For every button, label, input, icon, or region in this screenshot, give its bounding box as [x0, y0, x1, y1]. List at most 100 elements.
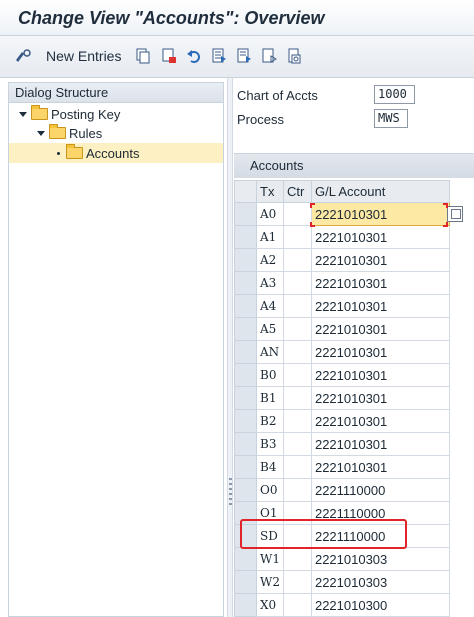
tx-cell: O0 — [256, 478, 284, 502]
row-selector[interactable] — [234, 363, 257, 387]
row-selector[interactable] — [234, 202, 257, 226]
row-selector[interactable] — [234, 409, 257, 433]
row-selector[interactable] — [234, 386, 257, 410]
tree-item-accounts[interactable]: Accounts — [9, 143, 223, 163]
row-selector[interactable] — [234, 570, 257, 594]
gl-account-cell[interactable]: 2221010301 — [310, 271, 450, 295]
gl-account-cell[interactable]: 2221010303 — [310, 547, 450, 571]
gl-account-cell[interactable]: 2221110000 — [310, 501, 450, 525]
ctr-cell[interactable] — [282, 271, 312, 295]
gl-account-cell[interactable]: 2221110000 — [310, 524, 450, 548]
tx-cell: A3 — [256, 271, 284, 295]
row-selector[interactable] — [234, 593, 257, 617]
table-row[interactable]: A3 2221010301 — [234, 271, 450, 295]
ctr-cell[interactable] — [282, 524, 312, 548]
ctr-cell[interactable] — [282, 432, 312, 456]
ctr-cell[interactable] — [282, 593, 312, 617]
gl-account-cell[interactable]: 2221010300 — [310, 593, 450, 617]
print-icon[interactable] — [285, 47, 303, 65]
expand-arrow-icon[interactable] — [37, 130, 45, 136]
row-selector[interactable] — [234, 317, 257, 341]
table-row[interactable]: AN 2221010301 — [234, 340, 450, 364]
panel-splitter[interactable] — [227, 78, 233, 617]
ctr-cell[interactable] — [282, 455, 312, 479]
row-selector[interactable] — [234, 294, 257, 318]
ctr-cell[interactable] — [282, 570, 312, 594]
chart-of-accts-label: Chart of Accts — [237, 88, 318, 103]
deselect-all-icon[interactable] — [260, 47, 278, 65]
table-row[interactable]: O1 2221110000 — [234, 501, 450, 525]
process-field[interactable]: MWS — [374, 109, 408, 128]
gl-account-cell[interactable]: 2221010301 — [310, 317, 450, 341]
expand-arrow-icon[interactable] — [19, 111, 27, 117]
ctr-cell[interactable] — [282, 225, 312, 249]
row-selector[interactable] — [234, 248, 257, 272]
copy-icon[interactable] — [134, 47, 152, 65]
table-row[interactable]: A1 2221010301 — [234, 225, 450, 249]
table-row[interactable]: W1 2221010303 — [234, 547, 450, 571]
table-row[interactable]: B2 2221010301 — [234, 409, 450, 433]
gl-account-cell[interactable]: 2221010301 — [310, 409, 450, 433]
table-row[interactable]: X0 2221010300 — [234, 593, 450, 617]
row-selector[interactable] — [234, 455, 257, 479]
chart-of-accts-field[interactable]: 1000 — [374, 85, 415, 104]
gl-account-cell[interactable]: 2221010301 — [310, 363, 450, 387]
table-row[interactable]: A4 2221010301 — [234, 294, 450, 318]
ctr-cell[interactable] — [282, 363, 312, 387]
row-selector[interactable] — [234, 524, 257, 548]
row-selector[interactable] — [234, 225, 257, 249]
select-all-icon[interactable] — [210, 47, 228, 65]
row-selector[interactable] — [234, 432, 257, 456]
table-row[interactable]: SD 2221110000 — [234, 524, 450, 548]
tree-item-posting-key[interactable]: Posting Key — [19, 104, 223, 124]
gl-account-cell[interactable]: 2221010301 — [310, 248, 450, 272]
row-selector[interactable] — [234, 271, 257, 295]
gl-account-cell[interactable]: 2221110000 — [310, 478, 450, 502]
table-row[interactable]: A0 2221010301 — [234, 202, 450, 226]
gl-account-cell[interactable]: 2221010301 — [310, 432, 450, 456]
table-row[interactable]: B4 2221010301 — [234, 455, 450, 479]
column-header-gl-account[interactable]: G/L Account — [310, 180, 450, 203]
undo-icon[interactable] — [185, 47, 203, 65]
gl-account-cell[interactable]: 2221010301 — [310, 202, 450, 226]
ctr-cell[interactable] — [282, 294, 312, 318]
ctr-cell[interactable] — [282, 248, 312, 272]
new-entries-button[interactable]: New Entries — [46, 48, 121, 64]
column-header-ctr[interactable]: Ctr — [282, 180, 312, 203]
row-selector[interactable] — [234, 547, 257, 571]
gl-account-cell[interactable]: 2221010301 — [310, 294, 450, 318]
column-header-tx[interactable]: Tx — [256, 180, 284, 203]
table-row[interactable]: W2 2221010303 — [234, 570, 450, 594]
ctr-cell[interactable] — [282, 202, 312, 226]
display-change-icon[interactable] — [14, 47, 32, 65]
ctr-cell[interactable] — [282, 501, 312, 525]
splitter-grip[interactable] — [229, 478, 232, 508]
table-row[interactable]: A2 2221010301 — [234, 248, 450, 272]
table-row[interactable]: B1 2221010301 — [234, 386, 450, 410]
table-row[interactable]: A5 2221010301 — [234, 317, 450, 341]
ctr-cell[interactable] — [282, 478, 312, 502]
table-row[interactable]: B0 2221010301 — [234, 363, 450, 387]
ctr-cell[interactable] — [282, 340, 312, 364]
row-selector[interactable] — [234, 478, 257, 502]
row-selector[interactable] — [234, 340, 257, 364]
value-help-icon[interactable] — [447, 206, 463, 222]
gl-account-cell[interactable]: 2221010301 — [310, 225, 450, 249]
gl-account-cell[interactable]: 2221010303 — [310, 570, 450, 594]
select-all-column[interactable] — [234, 180, 257, 203]
table-row[interactable]: O0 2221110000 — [234, 478, 450, 502]
ctr-cell[interactable] — [282, 547, 312, 571]
tree-item-rules[interactable]: Rules — [37, 123, 223, 143]
select-block-icon[interactable] — [235, 47, 253, 65]
gl-account-cell[interactable]: 2221010301 — [310, 386, 450, 410]
row-selector[interactable] — [234, 501, 257, 525]
gl-account-cell[interactable]: 2221010301 — [310, 455, 450, 479]
tx-cell: A2 — [256, 248, 284, 272]
ctr-cell[interactable] — [282, 386, 312, 410]
gl-account-cell[interactable]: 2221010301 — [310, 340, 450, 364]
tx-cell: B1 — [256, 386, 284, 410]
ctr-cell[interactable] — [282, 317, 312, 341]
ctr-cell[interactable] — [282, 409, 312, 433]
delete-icon[interactable] — [160, 47, 178, 65]
table-row[interactable]: B3 2221010301 — [234, 432, 450, 456]
